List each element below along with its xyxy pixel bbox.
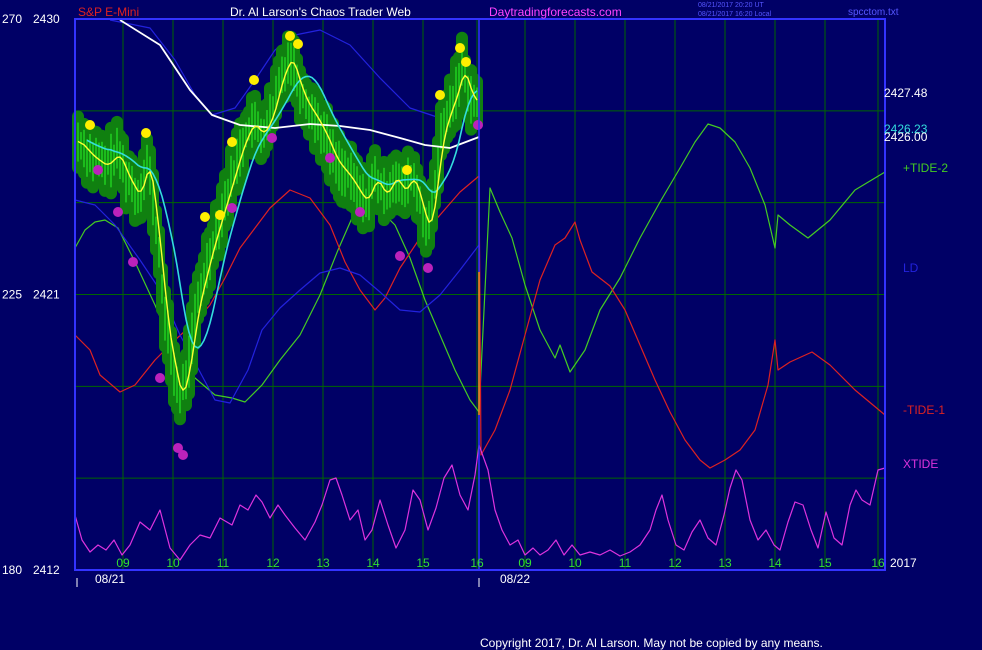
high-dot bbox=[141, 128, 151, 138]
hour-tick-label: 14 bbox=[768, 556, 782, 570]
hour-tick-label: 10 bbox=[568, 556, 582, 570]
high-dot bbox=[402, 165, 412, 175]
angle-tick-label: 225 bbox=[2, 288, 22, 302]
high-dot bbox=[249, 75, 259, 85]
low-dot bbox=[178, 450, 188, 460]
hour-tick-label: 15 bbox=[818, 556, 832, 570]
date-label: 08/22 bbox=[500, 572, 530, 586]
hour-tick-label: 10 bbox=[166, 556, 180, 570]
high-dot bbox=[215, 210, 225, 220]
header-file: spcctom.txt bbox=[848, 7, 899, 18]
low-dot bbox=[155, 373, 165, 383]
series-label: +TIDE-2 bbox=[903, 161, 948, 175]
date-label: 08/21 bbox=[95, 572, 125, 586]
footer-copyright: Copyright 2017, Dr. Al Larson. May not b… bbox=[480, 636, 823, 650]
price-level-label: 2426.00 bbox=[884, 130, 928, 144]
series-label: LD bbox=[903, 261, 919, 275]
year-label: 2017 bbox=[890, 556, 917, 570]
chart: S&P E-Mini Dr. Al Larson's Chaos Trader … bbox=[2, 2, 948, 650]
price-tick-label: 2421 bbox=[33, 288, 60, 302]
series-label: -TIDE-1 bbox=[903, 403, 945, 417]
high-dot bbox=[455, 43, 465, 53]
high-dot bbox=[293, 39, 303, 49]
low-dot bbox=[473, 120, 483, 130]
hour-tick-label: 15 bbox=[416, 556, 430, 570]
high-dot bbox=[461, 57, 471, 67]
price-tick-label: 2412 bbox=[33, 563, 60, 577]
low-dot bbox=[113, 207, 123, 217]
hour-tick-label: 14 bbox=[366, 556, 380, 570]
price-halo bbox=[72, 30, 483, 426]
low-dot bbox=[355, 207, 365, 217]
hour-tick-label: 09 bbox=[116, 556, 130, 570]
hour-tick-label: 12 bbox=[266, 556, 280, 570]
line-xtide bbox=[74, 444, 886, 561]
high-dot bbox=[435, 90, 445, 100]
hour-tick-label: 11 bbox=[619, 556, 632, 570]
hour-tick-label: 13 bbox=[316, 556, 330, 570]
low-dot bbox=[423, 263, 433, 273]
hour-tick-label: 11 bbox=[217, 556, 230, 570]
low-dot bbox=[325, 153, 335, 163]
series-label: XTIDE bbox=[903, 457, 938, 471]
hour-tick-label: 16 bbox=[871, 556, 885, 570]
price-tick-label: 2430 bbox=[33, 12, 60, 26]
header-title: Dr. Al Larson's Chaos Trader Web bbox=[230, 5, 411, 19]
hour-tick-label: 16 bbox=[470, 556, 484, 570]
hour-tick-label: 12 bbox=[668, 556, 682, 570]
header-site: Daytradingforecasts.com bbox=[489, 5, 622, 19]
high-dot bbox=[285, 31, 295, 41]
low-dot bbox=[227, 203, 237, 213]
header-stamp-1: 08/21/2017 20:20 UT bbox=[698, 2, 764, 9]
low-dot bbox=[128, 257, 138, 267]
header-symbol: S&P E-Mini bbox=[78, 5, 139, 19]
hour-tick-label: 13 bbox=[718, 556, 732, 570]
high-dot bbox=[85, 120, 95, 130]
low-dot bbox=[395, 251, 405, 261]
high-dot bbox=[227, 137, 237, 147]
angle-tick-label: 270 bbox=[2, 12, 22, 26]
low-dot bbox=[267, 133, 277, 143]
price-level-label: 2427.48 bbox=[884, 86, 928, 100]
high-dot bbox=[200, 212, 210, 222]
low-dot bbox=[93, 165, 103, 175]
hour-tick-label: 09 bbox=[518, 556, 532, 570]
angle-tick-label: 180 bbox=[2, 563, 22, 577]
header-stamp-2: 08/21/2017 16:20 Local bbox=[698, 11, 772, 18]
